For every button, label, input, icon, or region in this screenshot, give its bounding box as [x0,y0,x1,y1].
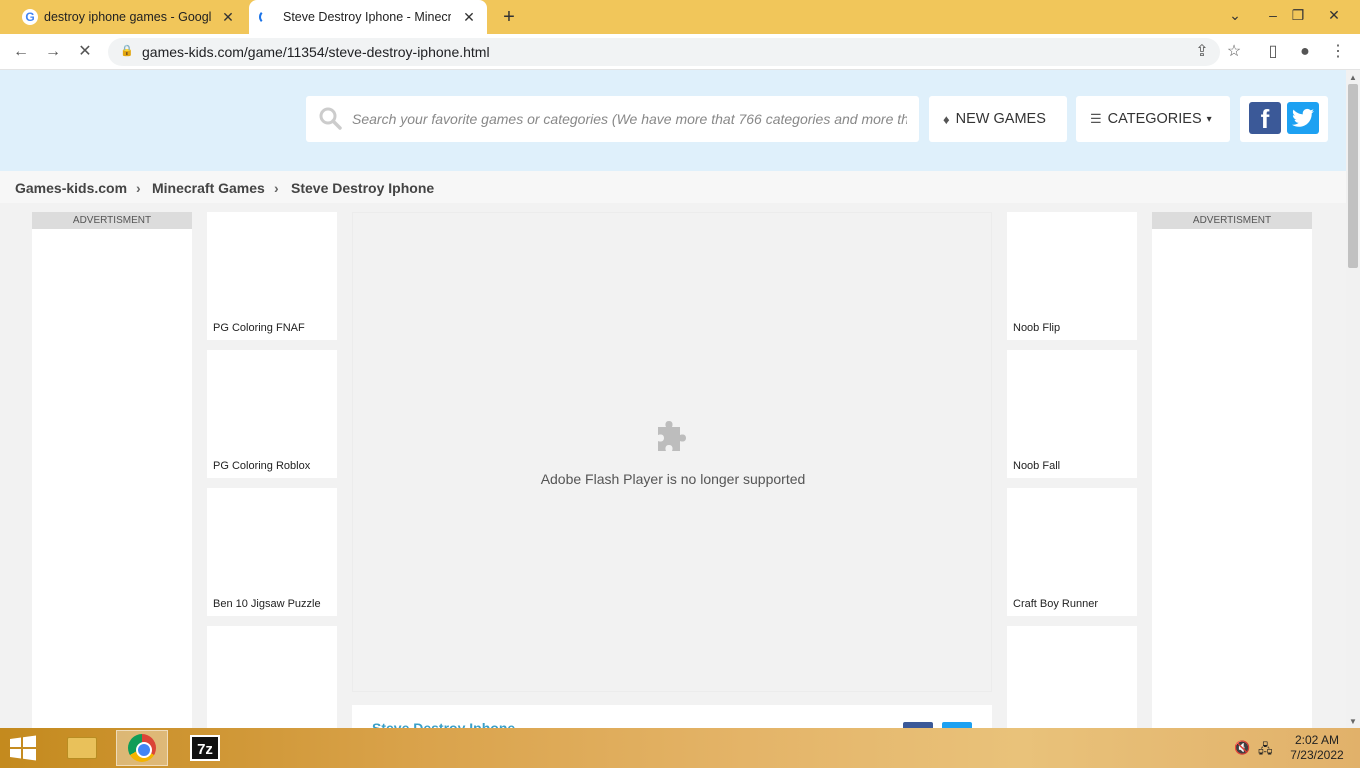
scroll-down-icon[interactable]: ▼ [1349,717,1357,726]
system-clock[interactable]: 2:02 AM 7/23/2022 [1282,733,1352,763]
chrome-icon [128,734,156,762]
folder-icon [67,737,97,759]
restore-icon[interactable]: ❐ [1287,4,1309,26]
game-card[interactable]: PG Coloring Roblox [207,350,337,478]
categories-label: CATEGORIES [1107,111,1202,127]
game-card[interactable]: Ben 10 Jigsaw Puzzle [207,488,337,616]
game-card[interactable]: Noob Flip [1007,212,1137,340]
breadcrumb-current: Steve Destroy Iphone [291,180,435,196]
game-card-title: Noob Fall [1013,460,1061,472]
clock-time: 2:02 AM [1294,733,1340,747]
page-scrollbar[interactable]: ▲ ▼ [1346,70,1360,728]
google-icon: G [22,9,38,25]
chevron-right-icon: › [274,180,279,196]
side-panel-icon[interactable]: ▯ [1262,41,1284,63]
chevron-right-icon: › [136,180,141,196]
game-card[interactable] [1007,626,1137,728]
list-icon: ☰ [1090,111,1102,126]
social-links: f [1240,96,1328,142]
flash-unsupported-message: Adobe Flash Player is no longer supporte… [540,471,806,487]
web-page: Search your favorite games or categories… [0,70,1346,728]
tab-search-icon[interactable]: ⌄ [1224,4,1246,26]
url-text: games-kids.com/game/11354/steve-destroy-… [142,44,490,60]
minimize-icon[interactable]: – [1262,4,1284,26]
volume-muted-icon[interactable]: 🔇 [1234,740,1250,756]
game-card[interactable] [207,626,337,728]
game-card[interactable]: PG Coloring FNAF [207,212,337,340]
close-tab-icon[interactable]: ✕ [461,9,477,25]
tab-title: destroy iphone games - Google S [44,10,212,24]
twitter-icon[interactable] [1287,102,1319,134]
new-tab-button[interactable]: + [498,6,520,28]
browser-toolbar: ← → ✕ 🔒 games-kids.com/game/11354/steve-… [0,34,1360,70]
game-card-title: PG Coloring FNAF [213,322,305,334]
close-tab-icon[interactable]: ✕ [220,9,236,25]
7zip-icon: 7z [190,735,220,761]
categories-button[interactable]: ☰ CATEGORIES ▾ [1076,96,1230,142]
tab-steve-destroy-iphone[interactable]: Steve Destroy Iphone - Minecraft ✕ [249,0,487,34]
tab-google-search[interactable]: G destroy iphone games - Google S ✕ [12,0,246,34]
game-info-box: Steve Destroy Iphone [352,705,992,728]
breadcrumb: Games-kids.com › Minecraft Games › Steve… [0,171,1346,203]
new-games-label: NEW GAMES [955,111,1046,127]
breadcrumb-category-link[interactable]: Minecraft Games [152,180,265,196]
game-card[interactable]: Craft Boy Runner [1007,488,1137,616]
right-advertisement[interactable]: ADVERTISMENT [1152,212,1312,728]
tab-title: Steve Destroy Iphone - Minecraft [283,10,451,24]
profile-icon[interactable]: ● [1294,41,1316,63]
new-games-button[interactable]: ♦ NEW GAMES [929,96,1067,142]
close-window-icon[interactable]: ✕ [1323,4,1345,26]
browser-tab-bar: G destroy iphone games - Google S ✕ Stev… [0,0,1360,34]
share-icon[interactable]: ⇪ [1191,41,1213,63]
windows-start-icon[interactable] [8,735,38,761]
left-advertisement[interactable]: ADVERTISMENT [32,212,192,728]
loading-icon [259,10,273,24]
game-card-title: PG Coloring Roblox [213,460,311,472]
bookmark-star-icon[interactable]: ☆ [1223,41,1245,63]
chevron-down-icon: ▾ [1206,113,1212,125]
game-card-title: Craft Boy Runner [1013,598,1098,610]
lock-icon: 🔒 [120,45,134,57]
ad-label: ADVERTISMENT [32,212,192,229]
game-card-title: Ben 10 Jigsaw Puzzle [213,598,321,610]
scrollbar-thumb[interactable] [1348,84,1358,268]
scroll-up-icon[interactable]: ▲ [1349,73,1357,82]
file-explorer-taskbar-button[interactable] [56,730,108,766]
chrome-taskbar-button[interactable] [116,730,168,766]
network-icon[interactable]: 🖧 [1258,740,1273,762]
clock-date: 7/23/2022 [1290,748,1344,762]
ad-label: ADVERTISMENT [1152,212,1312,229]
windows-taskbar: 7z 🔇 🖧 2:02 AM 7/23/2022 [0,728,1360,768]
site-header: Search your favorite games or categories… [0,70,1346,171]
breadcrumb-home-link[interactable]: Games-kids.com [15,180,127,196]
menu-icon[interactable]: ⋮ [1327,41,1349,63]
search-placeholder: Search your favorite games or categories… [352,111,907,127]
diamond-icon: ♦ [943,111,950,127]
address-bar[interactable]: 🔒 games-kids.com/game/11354/steve-destro… [108,38,1220,66]
game-card-title: Noob Flip [1013,322,1061,334]
search-box[interactable]: Search your favorite games or categories… [306,96,919,142]
game-player[interactable]: Adobe Flash Player is no longer supporte… [352,212,992,692]
game-card[interactable]: Noob Fall [1007,350,1137,478]
game-title-link[interactable]: Steve Destroy Iphone [372,720,515,728]
back-icon[interactable]: ← [10,41,32,63]
search-icon [319,107,342,130]
7zip-taskbar-button[interactable]: 7z [179,730,231,766]
facebook-icon[interactable]: f [1249,102,1281,134]
plugin-puzzle-icon [658,421,686,451]
stop-loading-icon[interactable]: ✕ [74,41,96,63]
forward-icon[interactable]: → [42,41,64,63]
